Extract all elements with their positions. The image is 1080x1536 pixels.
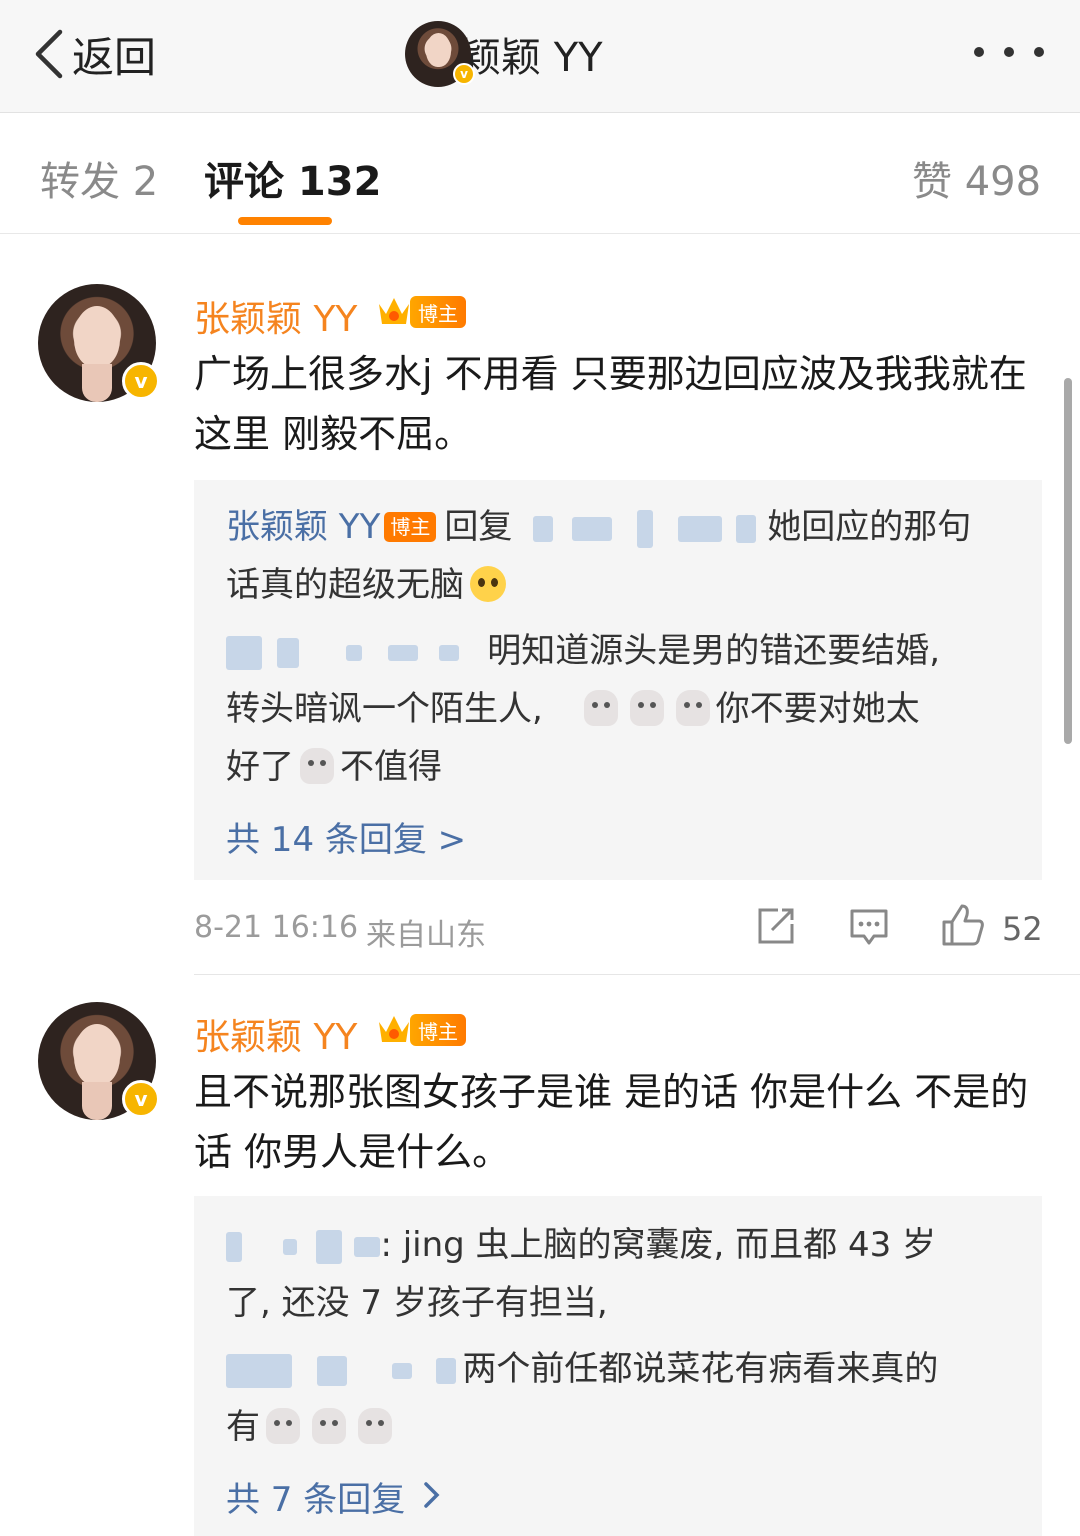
reply-text: 转头暗讽一个陌生人,	[226, 689, 543, 729]
back-button[interactable]: 返回	[30, 24, 156, 84]
redacted-name	[315, 1229, 342, 1264]
reply-text: 你不要对她太	[715, 689, 920, 729]
redacted-name	[282, 1238, 297, 1255]
reply-text: 两个前任都说菜花有病看来真的	[462, 1349, 939, 1389]
redacted-name	[345, 644, 362, 661]
reply-text: 话真的超级无脑	[226, 565, 464, 605]
tab-comments[interactable]: 评论 132	[204, 149, 381, 207]
redacted-name	[226, 635, 262, 670]
panda-emoji-icon	[629, 689, 664, 726]
crown-icon	[379, 298, 409, 324]
comment-text: 广场上很多水j 不用看 只要那边回应波及我我就在这里 刚毅不屈。	[194, 352, 1027, 456]
nav-user-header[interactable]: v 张颖颖 YY	[405, 18, 603, 90]
tab-likes[interactable]: 赞 498	[912, 149, 1041, 207]
redacted-name	[636, 509, 653, 548]
redacted-name	[677, 515, 722, 542]
redacted-name	[388, 644, 419, 661]
chevron-right-icon	[424, 1482, 440, 1508]
tab-bar: 转发 2 评论 132 赞 498	[0, 113, 1080, 234]
pleading-emoji-icon	[470, 565, 506, 602]
reply-item: 话真的超级无脑	[226, 556, 506, 614]
top-nav-bar: 返回 v 张颖颖 YY	[0, 0, 1080, 113]
redacted-name	[354, 1236, 381, 1257]
reply-text: 好了	[226, 747, 294, 787]
reply-item: 两个前任都说菜花有病看来真的	[226, 1340, 938, 1398]
more-replies-link[interactable]: 共 14 条回复 >	[226, 812, 466, 861]
like-icon[interactable]	[940, 902, 986, 948]
comment-divider	[194, 974, 1080, 975]
redacted-name	[391, 1362, 412, 1379]
reply-item: 张颖颖 YY 博主 回复 她回应的那句	[226, 498, 971, 556]
panda-emoji-icon	[583, 689, 618, 726]
more-options-icon[interactable]	[974, 32, 1044, 72]
redacted-name	[226, 1231, 242, 1262]
comment-location: 来自山东	[366, 918, 486, 953]
comment-author[interactable]: 张颖颖 YY	[194, 1008, 357, 1060]
reply-text: 她回应的那句	[767, 507, 972, 547]
reply-item: 有	[226, 1398, 398, 1456]
reply-text: : jing 虫上脑的窝囊废, 而且都 43 岁	[380, 1225, 937, 1265]
reply-text: 不值得	[340, 747, 442, 787]
blogger-badge: 博主	[384, 511, 437, 542]
redacted-name	[736, 514, 757, 543]
redacted-name	[439, 644, 460, 661]
redacted-name	[276, 637, 299, 668]
comment-text: 且不说那张图女孩子是谁 是的话 你是什么 不是的话 你男人是什么。	[194, 1070, 1029, 1174]
scrollbar[interactable]	[1064, 378, 1072, 744]
nav-avatar[interactable]: v	[405, 21, 475, 87]
verified-icon: v	[122, 1080, 160, 1118]
comment-author[interactable]: 张颖颖 YY	[194, 290, 357, 342]
active-tab-indicator	[238, 217, 332, 225]
comment-icon[interactable]	[848, 906, 890, 948]
comment-avatar[interactable]: v	[38, 1002, 160, 1120]
like-count: 52	[1002, 910, 1043, 948]
comment-avatar[interactable]: v	[38, 284, 160, 402]
reply-item: 好了 不值得	[226, 738, 442, 796]
panda-emoji-icon	[358, 1407, 392, 1444]
reply-text: 了, 还没 7 岁孩子有担当,	[226, 1283, 608, 1323]
reply-author[interactable]: 张颖颖 YY	[226, 507, 380, 547]
crown-icon	[379, 1016, 409, 1042]
redacted-name	[316, 1355, 347, 1386]
reply-item: : jing 虫上脑的窝囊废, 而且都 43 岁	[226, 1216, 936, 1274]
panda-emoji-icon	[312, 1407, 346, 1444]
panda-emoji-icon	[675, 689, 710, 726]
comment-time: 8-21 16:16	[194, 910, 359, 945]
redacted-name	[571, 516, 612, 541]
panda-emoji-icon	[300, 747, 334, 784]
panda-emoji-icon	[266, 1407, 300, 1444]
reply-box[interactable]: : jing 虫上脑的窝囊废, 而且都 43 岁 了, 还没 7 岁孩子有担当,…	[194, 1196, 1042, 1536]
reply-box[interactable]: 张颖颖 YY 博主 回复 她回应的那句 话真的超级无脑 明知道源头是男的错还要结婚,…	[194, 480, 1042, 880]
reply-text: 明知道源头是男的错还要结婚,	[487, 631, 941, 671]
reply-prefix: 回复	[444, 507, 513, 547]
verified-icon: v	[122, 362, 160, 400]
redacted-name	[533, 515, 554, 542]
chevron-left-icon	[35, 29, 63, 79]
more-replies-link[interactable]: 共 7 条回复	[226, 1472, 405, 1521]
tab-reposts[interactable]: 转发 2	[40, 149, 158, 207]
blogger-badge: 博主	[410, 1014, 466, 1046]
redacted-name	[436, 1357, 457, 1384]
reply-item: 了, 还没 7 岁孩子有担当,	[226, 1274, 608, 1332]
repost-icon[interactable]	[756, 906, 796, 946]
reply-text: 有	[226, 1407, 260, 1447]
verified-icon: v	[453, 63, 475, 85]
blogger-badge: 博主	[410, 296, 466, 328]
reply-item: 转头暗讽一个陌生人, 你不要对她太	[226, 680, 920, 738]
reply-item: 明知道源头是男的错还要结婚,	[226, 622, 940, 680]
redacted-name	[226, 1353, 292, 1388]
back-label: 返回	[72, 32, 157, 82]
